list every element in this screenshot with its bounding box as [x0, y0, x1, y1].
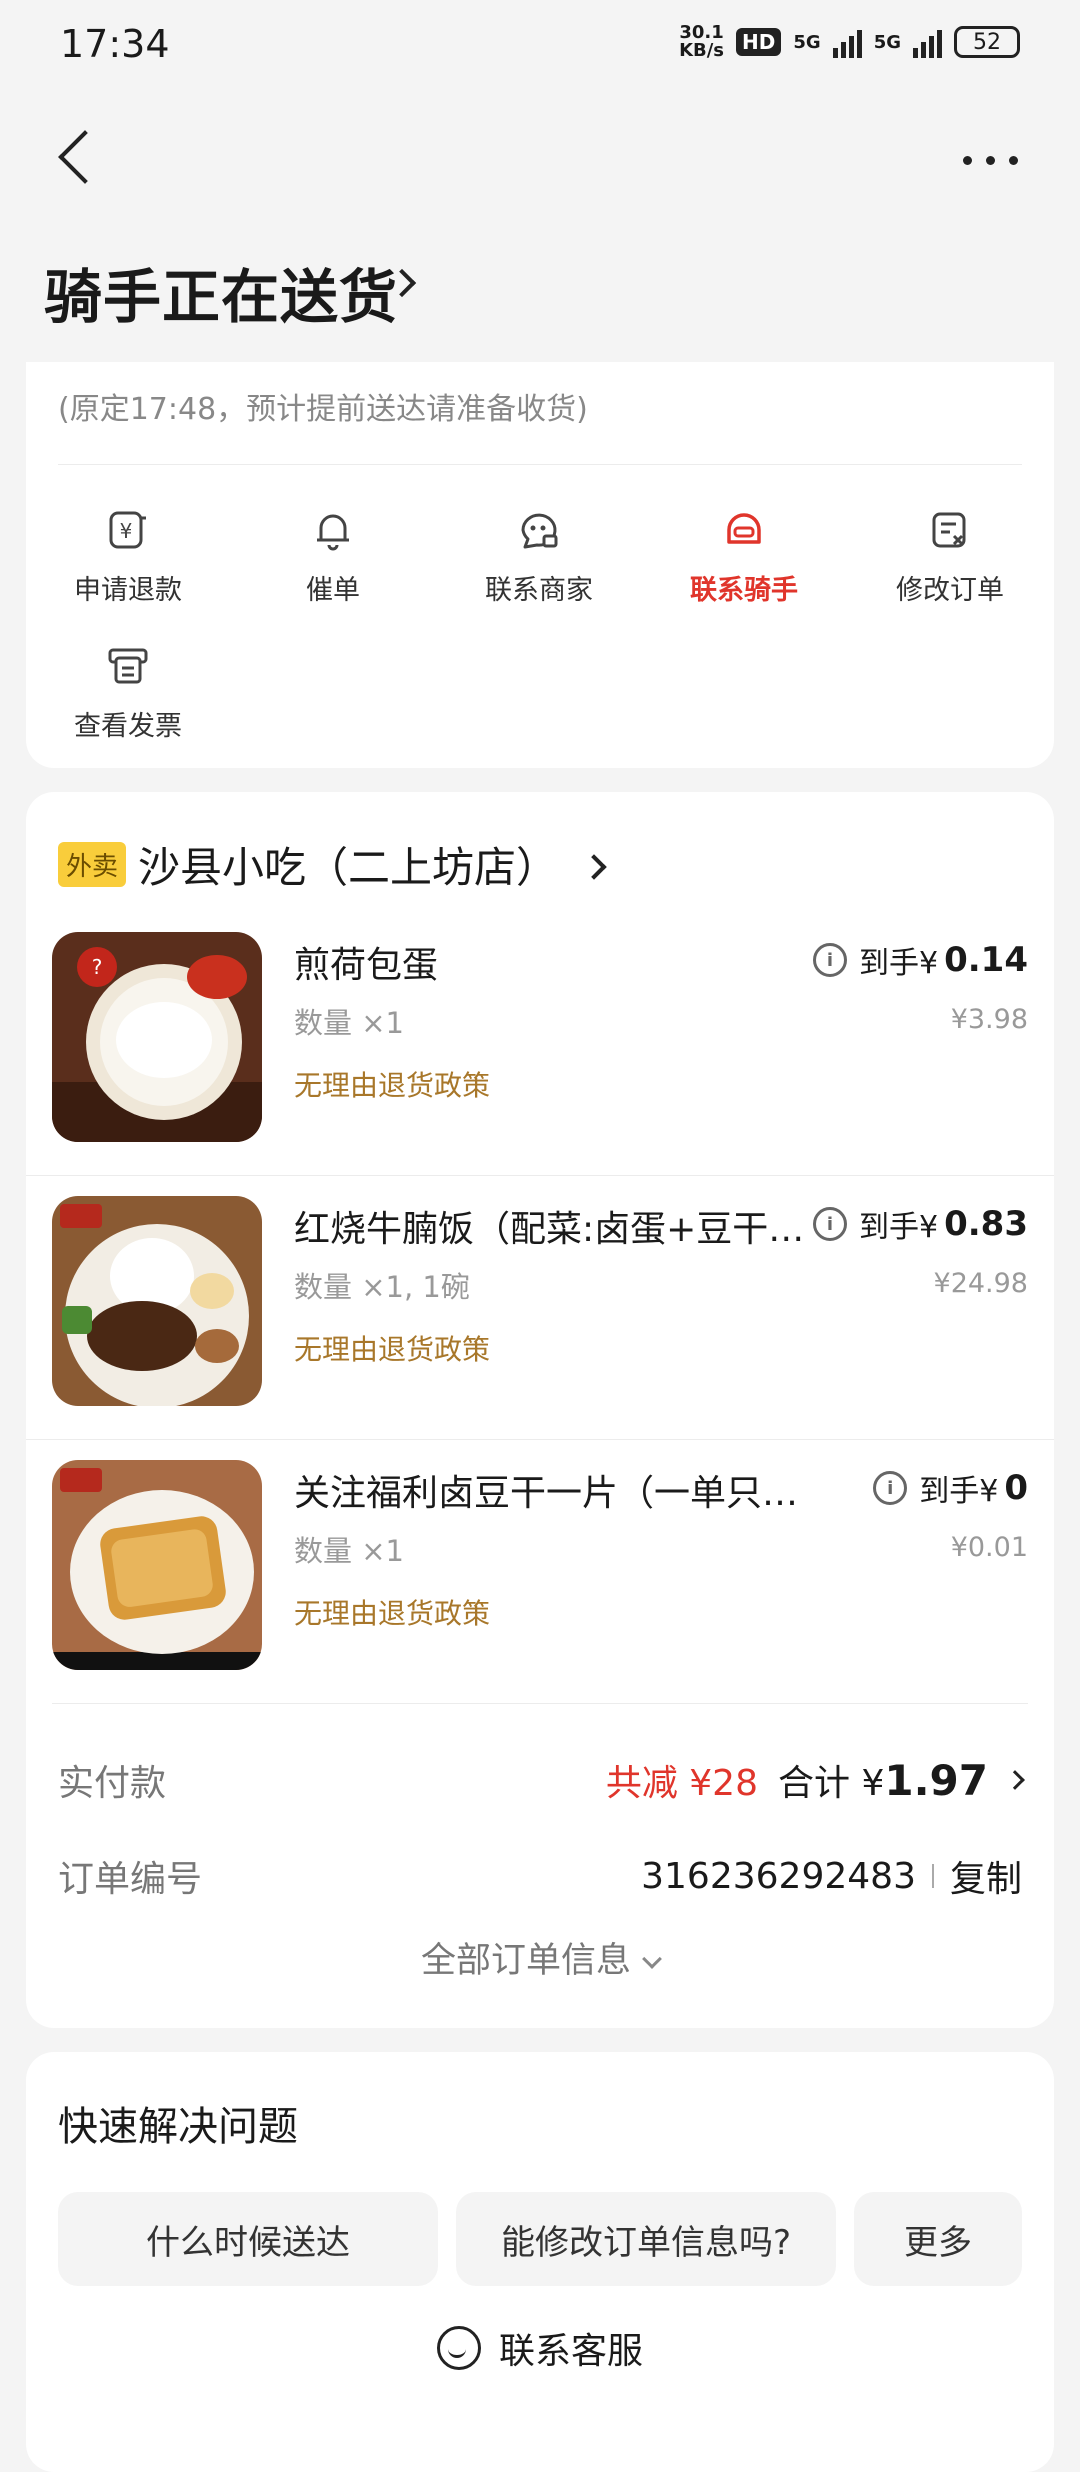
customer-service-button[interactable]: 联系客服 [26, 2322, 1054, 2374]
hd-icon: HD [736, 28, 782, 56]
smile-icon [436, 2326, 481, 2370]
page-title[interactable]: 骑手正在送货 [44, 250, 398, 334]
quick-question-button[interactable]: 能修改订单信息吗? [456, 2192, 836, 2286]
status-icons: 30.1 KB/s HD 5G 5G 52 [679, 24, 1020, 60]
item-quantity: 数量 ×1 [294, 1534, 404, 1568]
status-time: 17:34 [60, 22, 170, 66]
signal-label-2: 5G [873, 31, 901, 53]
return-policy-link[interactable]: 无理由退货政策 [294, 1328, 490, 1368]
item-price[interactable]: i 到手¥ 0.83 [813, 1202, 1028, 1246]
store-tag: 外卖 [58, 842, 127, 887]
discount-text: 共减 ¥28 [605, 1763, 758, 1804]
item-name: 红烧牛腩饭（配菜:卤蛋+豆干… [294, 1209, 805, 1250]
divider [58, 464, 1022, 465]
item-quantity: 数量 ×1 [294, 1006, 404, 1040]
quick-help-title: 快速解决问题 [58, 2104, 298, 2150]
invoice-button[interactable]: 查看发票 [28, 644, 228, 743]
invoice-icon [106, 644, 150, 688]
status-bar: 17:34 30.1 KB/s HD 5G 5G 52 [0, 0, 1080, 90]
order-item[interactable]: 红烧牛腩饭（配菜:卤蛋+豆干… 数量 ×1, 1碗 无理由退货政策 i 到手¥ 0… [26, 1176, 1054, 1438]
refund-button[interactable]: ¥ 申请退款 [28, 508, 228, 607]
payment-label: 实付款 [58, 1763, 167, 1804]
signal-icon [913, 26, 942, 58]
copy-button[interactable]: 复制 [950, 1850, 1022, 1902]
return-policy-link[interactable]: 无理由退货政策 [294, 1592, 490, 1632]
item-original-price: ¥24.98 [933, 1268, 1028, 1299]
contact-rider-button[interactable]: 联系骑手 [644, 508, 844, 607]
top-nav [0, 120, 1080, 210]
item-name: 煎荷包蛋 [294, 945, 439, 986]
order-card: 外卖 沙县小吃（二上坊店） ? 煎荷包蛋 数量 ×1 无理由退货政策 i 到手¥… [26, 792, 1054, 2028]
order-number-label: 订单编号 [58, 1859, 203, 1900]
edit-order-button[interactable]: 修改订单 [850, 508, 1050, 607]
order-number: 316236292483 [641, 1855, 916, 1897]
item-original-price: ¥3.98 [950, 1004, 1028, 1035]
all-order-info-button[interactable]: 全部订单信息 [26, 1932, 1054, 1983]
more-questions-button[interactable]: 更多 [854, 2192, 1022, 2286]
merchant-chat-icon [517, 508, 561, 552]
info-icon: i [813, 1207, 848, 1241]
more-icon[interactable] [963, 156, 1018, 165]
signal-label-1: 5G [793, 31, 821, 53]
item-price[interactable]: i 到手¥ 0 [873, 1466, 1028, 1510]
quick-question-button[interactable]: 什么时候送达 [58, 2192, 438, 2286]
item-original-price: ¥0.01 [950, 1532, 1028, 1563]
eta-text: (原定17:48，预计提前送达请准备收货) [58, 392, 588, 427]
back-icon[interactable] [58, 130, 112, 184]
item-image: ? [52, 932, 262, 1142]
return-policy-link[interactable]: 无理由退货政策 [294, 1064, 490, 1104]
payment-summary[interactable]: 共减 ¥28 合计 ¥1.97 [605, 1754, 1025, 1806]
edit-order-icon [928, 508, 972, 552]
item-price[interactable]: i 到手¥ 0.14 [813, 938, 1028, 982]
rider-helmet-icon [722, 508, 766, 552]
item-image [52, 1196, 262, 1406]
item-image [52, 1460, 262, 1670]
order-item[interactable]: 关注福利卤豆干一片（一单只限… 数量 ×1 无理由退货政策 i 到手¥ 0 ¥0.… [26, 1440, 1054, 1702]
signal-icon [832, 26, 862, 58]
svg-text:?: ? [92, 955, 103, 979]
order-number-row: 316236292483 复制 [641, 1850, 1022, 1902]
quick-help-card: 快速解决问题 什么时候送达 能修改订单信息吗? 更多 联系客服 [26, 2052, 1054, 2472]
item-quantity: 数量 ×1, 1碗 [294, 1270, 470, 1304]
urge-button[interactable]: 催单 [233, 508, 433, 607]
bell-icon [311, 508, 355, 552]
order-item[interactable]: ? 煎荷包蛋 数量 ×1 无理由退货政策 i 到手¥ 0.14 ¥3.98 [26, 912, 1054, 1174]
info-icon: i [873, 1471, 908, 1505]
svg-text:¥: ¥ [120, 519, 133, 543]
chevron-down-icon [642, 1949, 662, 1969]
total-amount: 合计 ¥1.97 [778, 1756, 988, 1805]
refund-icon: ¥ [106, 508, 150, 552]
contact-merchant-button[interactable]: 联系商家 [439, 508, 639, 607]
battery-icon: 52 [954, 26, 1020, 58]
chevron-right-icon [581, 854, 608, 880]
store-name[interactable]: 沙县小吃（二上坊店） [138, 834, 608, 895]
separator [931, 1864, 934, 1888]
info-icon: i [813, 943, 848, 977]
divider [52, 1703, 1028, 1704]
net-speed: 30.1 KB/s [679, 22, 725, 61]
item-name: 关注福利卤豆干一片（一单只限… [294, 1473, 814, 1514]
delivery-card: (原定17:48，预计提前送达请准备收货) ¥ 申请退款 催单 联系商家 联系骑… [26, 362, 1054, 768]
chevron-right-icon [1005, 1770, 1025, 1790]
